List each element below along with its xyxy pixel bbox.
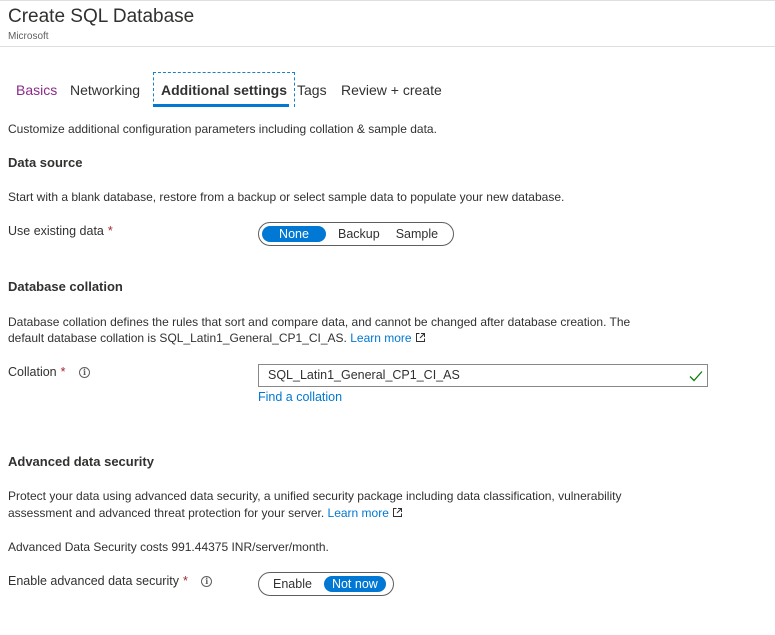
- use-existing-data-label: Use existing data *: [8, 224, 113, 238]
- active-tab-indicator: [153, 104, 289, 107]
- security-cost-text: Advanced Data Security costs 991.44375 I…: [8, 540, 329, 554]
- collation-label: Collation * i: [8, 365, 90, 379]
- collation-heading: Database collation: [8, 279, 123, 294]
- external-link-icon: [415, 331, 426, 347]
- security-description-line2-text: assessment and advanced threat protectio…: [8, 506, 325, 520]
- tab-basics[interactable]: Basics: [16, 81, 57, 99]
- collation-input[interactable]: SQL_Latin1_General_CP1_CI_AS: [258, 364, 708, 387]
- enable-security-label-text: Enable advanced data security: [8, 574, 179, 588]
- page-subtitle: Microsoft: [8, 31, 49, 42]
- advanced-security-heading: Advanced data security: [8, 454, 154, 469]
- info-icon[interactable]: i: [201, 576, 213, 587]
- security-description-line2: assessment and advanced threat protectio…: [8, 505, 403, 522]
- enable-security-label: Enable advanced data security * i: [8, 574, 213, 588]
- option-backup[interactable]: Backup: [326, 226, 388, 242]
- blade-header: Create SQL Database Microsoft: [0, 0, 775, 47]
- page-title: Create SQL Database: [8, 6, 195, 27]
- required-marker: *: [60, 365, 66, 379]
- option-enable[interactable]: Enable: [262, 576, 324, 592]
- use-existing-data-toggle[interactable]: None Backup Sample: [258, 222, 454, 246]
- collation-value: SQL_Latin1_General_CP1_CI_AS: [268, 368, 460, 382]
- tab-review-create[interactable]: Review + create: [341, 81, 442, 99]
- option-sample[interactable]: Sample: [388, 226, 446, 242]
- collation-description-line1: Database collation defines the rules tha…: [8, 315, 631, 329]
- find-collation-link[interactable]: Find a collation: [258, 389, 342, 405]
- external-link-icon: [392, 506, 403, 522]
- data-source-heading: Data source: [8, 155, 83, 170]
- option-none[interactable]: None: [262, 226, 326, 242]
- security-learn-more-link[interactable]: Learn more: [328, 506, 389, 520]
- tab-tags[interactable]: Tags: [297, 81, 327, 99]
- required-marker: *: [182, 574, 188, 588]
- data-source-description: Start with a blank database, restore fro…: [8, 190, 565, 204]
- info-icon[interactable]: i: [79, 367, 90, 378]
- intro-text: Customize additional configuration param…: [8, 122, 437, 136]
- required-marker: *: [107, 224, 113, 238]
- collation-description-line2-text: default database collation is SQL_Latin1…: [8, 331, 347, 345]
- enable-security-toggle[interactable]: Enable Not now: [258, 572, 394, 596]
- security-description-line1: Protect your data using advanced data se…: [8, 489, 622, 503]
- collation-learn-more-link[interactable]: Learn more: [350, 331, 411, 345]
- option-not-now[interactable]: Not now: [323, 576, 386, 592]
- collation-description-line2: default database collation is SQL_Latin1…: [8, 330, 426, 347]
- use-existing-data-label-text: Use existing data: [8, 224, 104, 238]
- tab-additional-settings[interactable]: Additional settings: [153, 72, 295, 107]
- check-icon: [689, 369, 703, 387]
- tab-networking[interactable]: Networking: [70, 81, 140, 99]
- collation-label-text: Collation: [8, 365, 57, 379]
